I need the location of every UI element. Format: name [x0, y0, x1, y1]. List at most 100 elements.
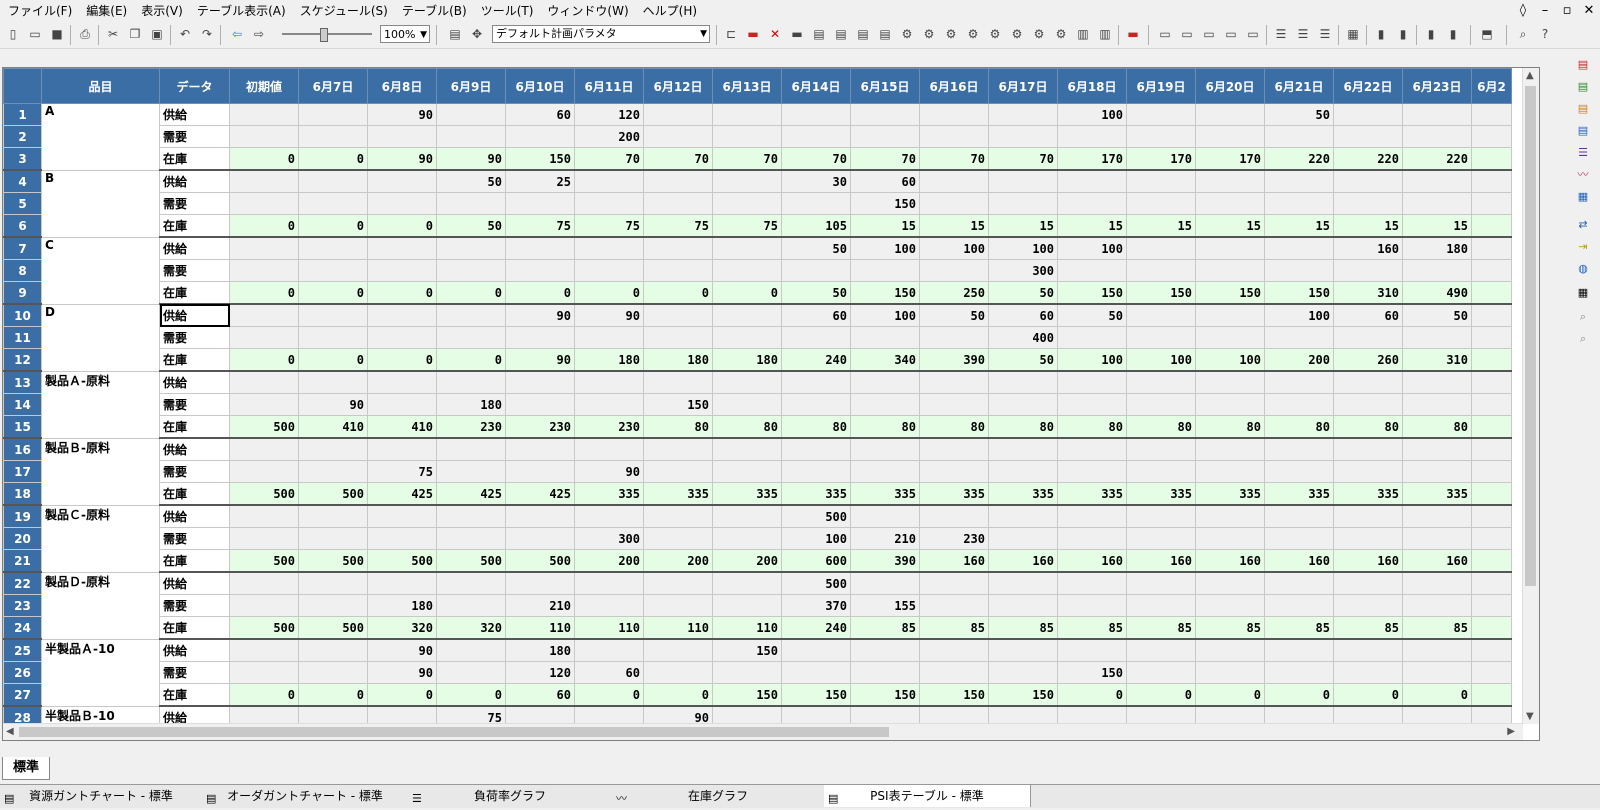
value-cell[interactable] — [229, 103, 299, 126]
value-cell[interactable]: 335 — [1057, 482, 1127, 506]
value-cell[interactable] — [298, 527, 368, 550]
value-cell[interactable] — [574, 370, 644, 394]
value-cell[interactable]: 335 — [1333, 482, 1403, 506]
value-cell[interactable] — [781, 661, 851, 684]
value-cell[interactable] — [643, 460, 713, 483]
value-cell[interactable]: 85 — [1195, 616, 1265, 640]
value-cell[interactable]: 75 — [643, 214, 713, 238]
value-cell[interactable] — [1402, 504, 1472, 528]
value-cell[interactable]: 80 — [1195, 415, 1265, 439]
value-cell[interactable] — [298, 571, 368, 595]
value-cell[interactable] — [850, 103, 920, 126]
value-cell[interactable] — [298, 661, 368, 684]
value-cell[interactable] — [712, 192, 782, 215]
value-cell[interactable]: 0 — [505, 281, 575, 305]
window-tab[interactable]: ☰ 負荷率グラフ — [408, 785, 613, 807]
value-cell[interactable]: 370 — [781, 594, 851, 617]
value-cell[interactable] — [1126, 259, 1196, 282]
value-cell[interactable] — [1264, 638, 1334, 662]
value-cell[interactable] — [1195, 571, 1265, 595]
value-cell[interactable] — [367, 393, 437, 416]
value-cell[interactable]: 110 — [643, 616, 713, 640]
value-cell[interactable] — [1264, 504, 1334, 528]
value-cell[interactable] — [643, 103, 713, 126]
value-cell[interactable]: 310 — [1333, 281, 1403, 305]
value-cell[interactable]: 110 — [712, 616, 782, 640]
value-cell[interactable] — [1126, 661, 1196, 684]
item-name-cell[interactable]: A — [41, 103, 160, 171]
table-settings-icon[interactable]: ▤ — [446, 25, 464, 43]
value-cell[interactable] — [1126, 571, 1196, 595]
value-cell[interactable]: 15 — [1126, 214, 1196, 238]
value-cell[interactable] — [1195, 504, 1265, 528]
undo-icon[interactable]: ↶ — [176, 25, 194, 43]
value-cell[interactable] — [229, 527, 299, 550]
value-cell[interactable]: 210 — [505, 594, 575, 617]
list-icon[interactable]: ☰ — [1574, 144, 1592, 162]
value-cell[interactable]: 15 — [919, 214, 989, 238]
value-cell[interactable] — [1195, 303, 1265, 327]
value-cell[interactable] — [988, 169, 1058, 193]
value-cell[interactable] — [574, 594, 644, 617]
value-cell[interactable] — [919, 437, 989, 461]
value-cell[interactable]: 60 — [781, 303, 851, 327]
value-cell[interactable]: 425 — [367, 482, 437, 506]
value-cell[interactable] — [1471, 214, 1512, 238]
value-cell[interactable] — [1471, 192, 1512, 215]
value-cell[interactable]: 150 — [988, 683, 1058, 707]
value-cell[interactable] — [1126, 504, 1196, 528]
align-icon[interactable]: ▭ — [1200, 25, 1218, 43]
value-cell[interactable] — [781, 370, 851, 394]
value-cell[interactable]: 110 — [574, 616, 644, 640]
value-cell[interactable] — [229, 303, 299, 327]
list-icon[interactable]: ☰ — [1316, 25, 1334, 43]
paste-icon[interactable]: ▣ — [148, 25, 166, 43]
value-cell[interactable] — [1264, 437, 1334, 461]
value-cell[interactable]: 220 — [1264, 147, 1334, 171]
value-cell[interactable] — [1126, 303, 1196, 327]
value-cell[interactable] — [229, 571, 299, 595]
value-cell[interactable] — [643, 527, 713, 550]
value-cell[interactable]: 0 — [367, 348, 437, 372]
plan-param-icon[interactable]: ✥ — [468, 25, 486, 43]
align-icon[interactable]: ▭ — [1156, 25, 1174, 43]
flag-icon[interactable]: ▬ — [1124, 25, 1142, 43]
value-cell[interactable] — [1057, 393, 1127, 416]
value-cell[interactable] — [1126, 527, 1196, 550]
value-cell[interactable] — [1333, 169, 1403, 193]
value-cell[interactable]: 500 — [229, 616, 299, 640]
value-cell[interactable]: 50 — [436, 214, 506, 238]
value-cell[interactable] — [1471, 393, 1512, 416]
scroll-up-icon[interactable]: ▲ — [1526, 70, 1534, 81]
item-name-cell[interactable]: 製品Ａ-原料 — [41, 370, 160, 439]
value-cell[interactable] — [367, 259, 437, 282]
gantt-icon[interactable]: ▤ — [1574, 78, 1592, 96]
value-cell[interactable] — [1402, 638, 1472, 662]
link-icon[interactable]: ⚙ — [942, 25, 960, 43]
value-cell[interactable]: 70 — [781, 147, 851, 171]
value-cell[interactable] — [1126, 103, 1196, 126]
value-cell[interactable] — [298, 638, 368, 662]
value-cell[interactable] — [850, 571, 920, 595]
value-cell[interactable]: 335 — [1264, 482, 1334, 506]
value-cell[interactable] — [712, 169, 782, 193]
value-cell[interactable] — [367, 236, 437, 260]
value-cell[interactable]: 500 — [505, 549, 575, 573]
value-cell[interactable] — [367, 571, 437, 595]
value-cell[interactable] — [1471, 527, 1512, 550]
chart-icon[interactable]: ▥ — [1096, 25, 1114, 43]
value-cell[interactable] — [1333, 103, 1403, 126]
value-cell[interactable] — [298, 169, 368, 193]
value-cell[interactable] — [436, 460, 506, 483]
value-cell[interactable]: 240 — [781, 348, 851, 372]
value-cell[interactable] — [850, 437, 920, 461]
align-icon[interactable]: ▭ — [1222, 25, 1240, 43]
value-cell[interactable] — [850, 638, 920, 662]
value-cell[interactable]: 15 — [988, 214, 1058, 238]
value-cell[interactable] — [850, 125, 920, 148]
value-cell[interactable] — [229, 594, 299, 617]
value-cell[interactable] — [988, 527, 1058, 550]
value-cell[interactable] — [1264, 370, 1334, 394]
value-cell[interactable] — [919, 125, 989, 148]
value-cell[interactable] — [1195, 393, 1265, 416]
